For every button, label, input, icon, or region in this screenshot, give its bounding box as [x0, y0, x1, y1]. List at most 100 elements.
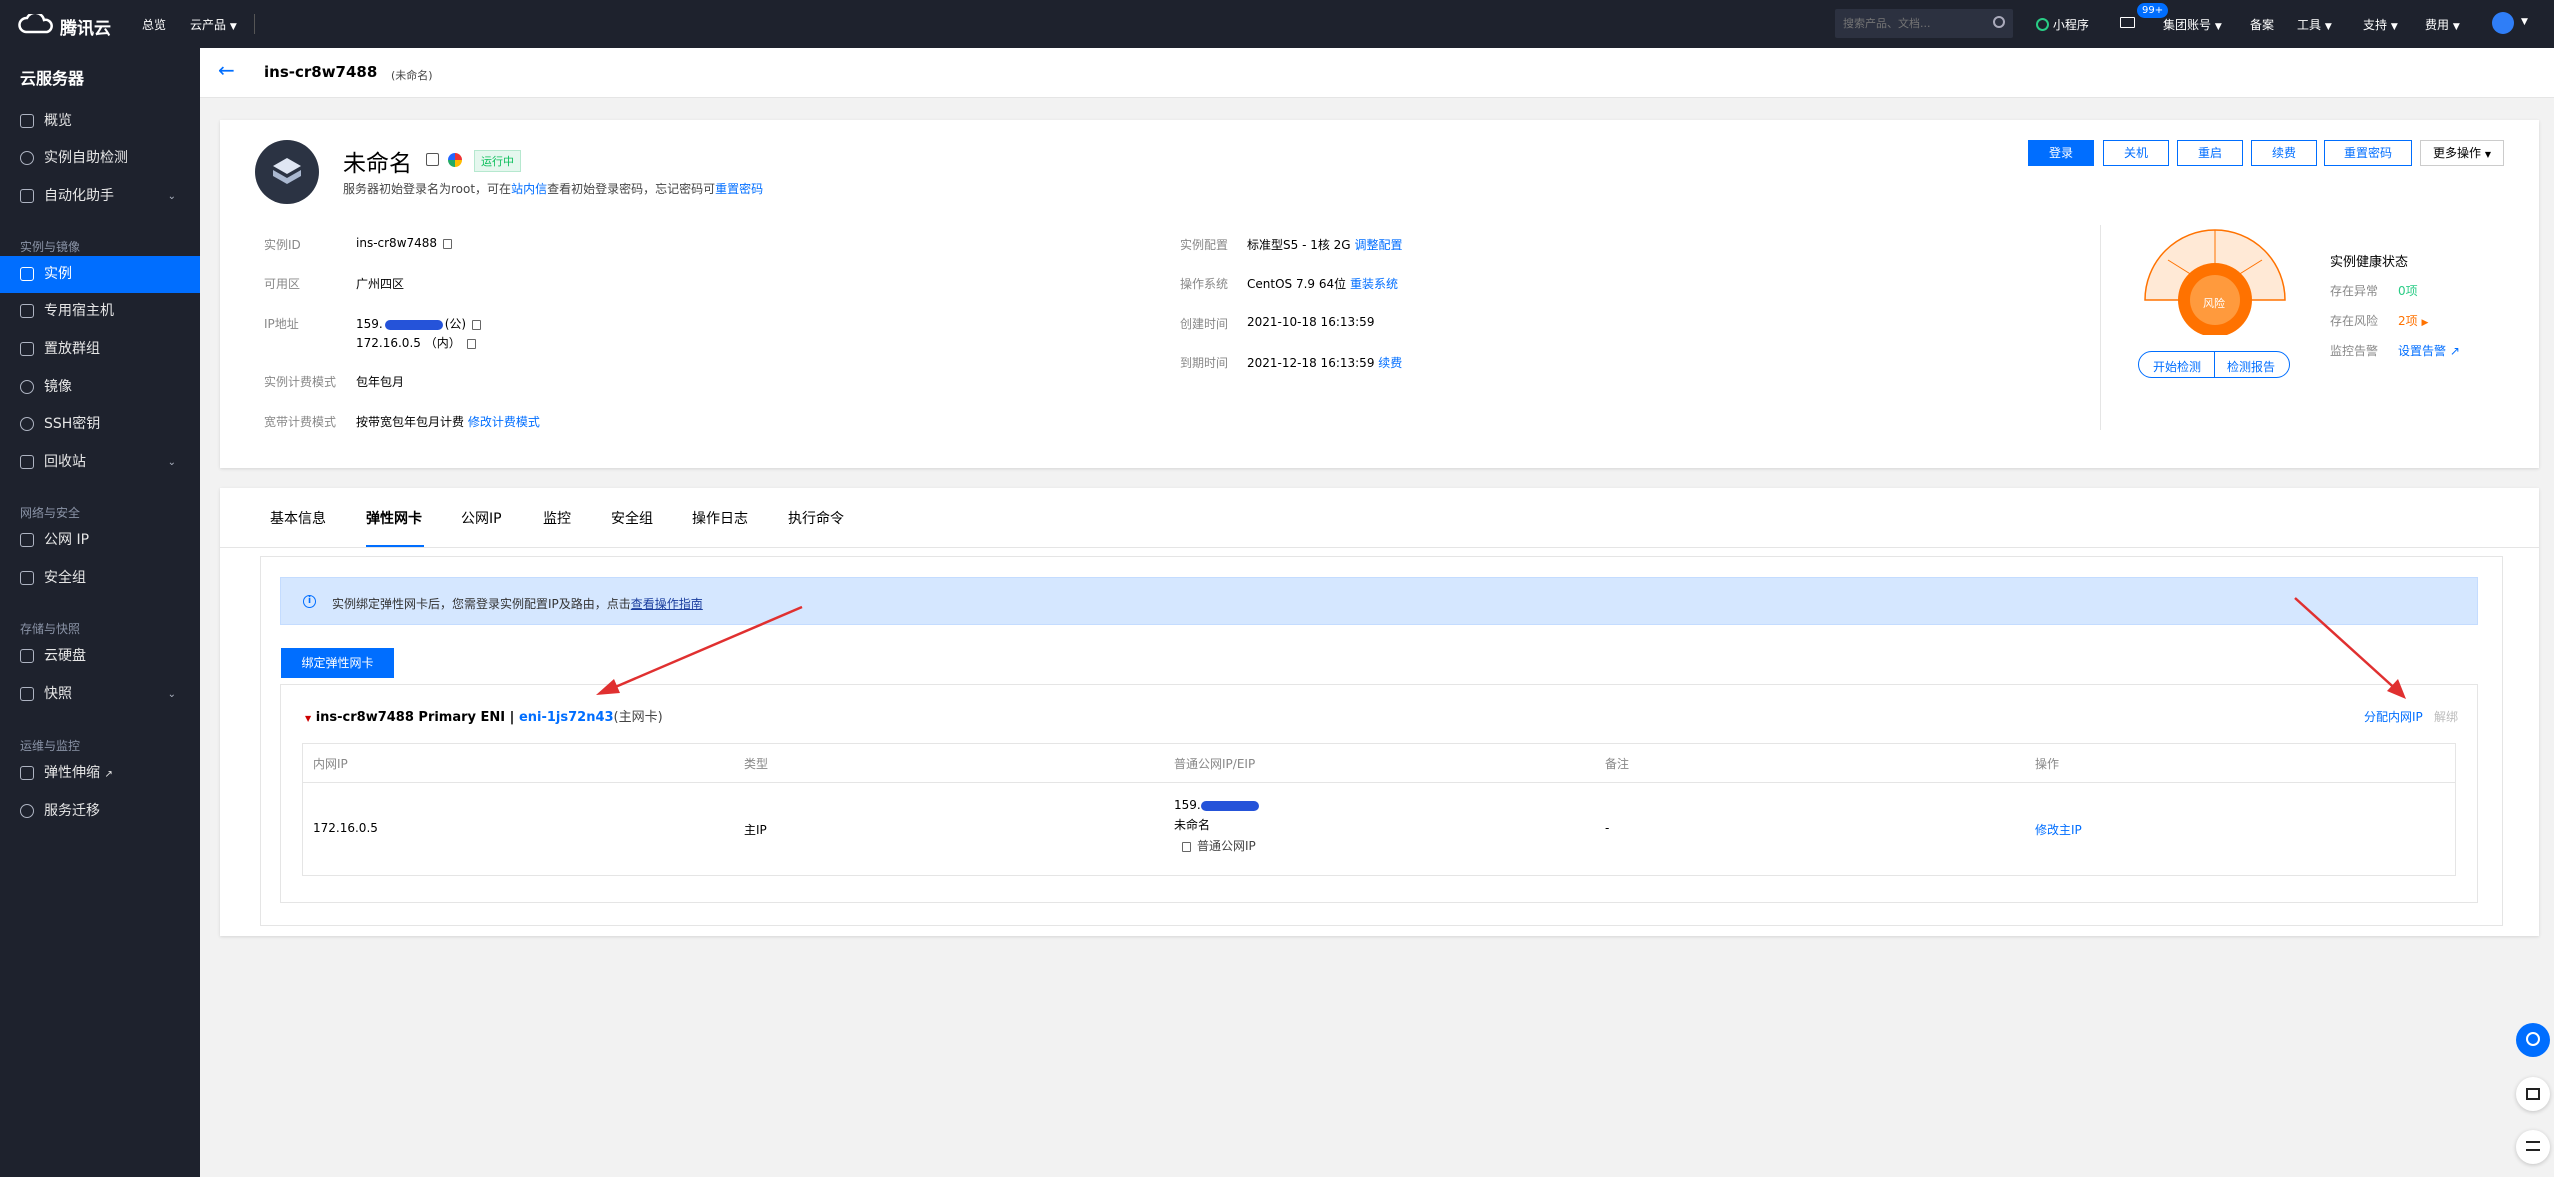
health-label: 存在异常 — [2330, 284, 2379, 298]
fees-menu[interactable]: 费用 ▼ — [2425, 16, 2460, 33]
support-menu[interactable]: 支持 ▼ — [2363, 16, 2398, 33]
search-icon[interactable] — [1993, 16, 2005, 28]
check-report-button[interactable]: 检测报告 — [2227, 358, 2275, 375]
instance-avatar-icon — [255, 140, 319, 204]
ip-type-icon — [1182, 841, 1191, 852]
chevron-down-icon: ⌄ — [167, 689, 176, 700]
account-menu[interactable]: 集团账号 ▼ — [2163, 16, 2222, 33]
top-navbar: 腾讯云 总览 云产品 ▼ 小程序 99+ 集团账号 ▼ 备案 工具 ▼ 支持 ▼… — [0, 0, 2554, 48]
search-box[interactable] — [1835, 9, 2013, 38]
sidebar-item-label: 弹性伸缩 — [44, 765, 100, 781]
list-button[interactable] — [2516, 1130, 2550, 1164]
panel-divider — [2100, 225, 2101, 430]
health-risk-value[interactable]: 2项 ▶ — [2398, 312, 2428, 329]
sidebar-item-instance[interactable]: 实例 — [0, 256, 200, 293]
sidebar-item-ssh-key[interactable]: SSH密钥 — [0, 406, 200, 443]
tab-run-command[interactable]: 执行命令 — [788, 508, 844, 528]
avatar[interactable] — [2492, 12, 2514, 34]
adjust-config-link[interactable]: 调整配置 — [1354, 238, 1402, 252]
field-label: IP地址 — [264, 317, 299, 331]
nav-group-instance: 实例与镜像 — [20, 240, 81, 254]
copy-icon[interactable] — [472, 319, 482, 330]
tab-public-ip[interactable]: 公网IP — [461, 508, 502, 528]
eni-header: ▼ ins-cr8w7488 Primary ENI | eni-1js72n4… — [305, 706, 663, 725]
reset-password-button[interactable]: 重置密码 — [2324, 140, 2412, 166]
tab-eni[interactable]: 弹性网卡 — [366, 508, 422, 528]
ip-suffix: (公) — [444, 317, 467, 331]
field-label: 操作系统 — [1180, 277, 1229, 291]
public-ip-type-label: 普通公网IP — [1197, 839, 1256, 853]
sidebar-item-label: 公网 IP — [44, 532, 90, 548]
sidebar-item-security-group[interactable]: 安全组 — [0, 560, 200, 597]
renew-link[interactable]: 续费 — [1378, 356, 1402, 370]
sidebar-item-auto-scaling[interactable]: 弹性伸缩 ↗ — [0, 755, 200, 792]
online-support-button[interactable] — [2516, 1023, 2550, 1057]
zone-value: 广州四区 — [356, 277, 405, 291]
os-color-icon — [448, 153, 462, 167]
modify-primary-ip-link[interactable]: 修改主IP — [2035, 821, 2082, 838]
reinstall-link[interactable]: 重装系统 — [1350, 277, 1398, 291]
edit-icon[interactable] — [426, 153, 439, 166]
grid-icon — [20, 114, 34, 128]
set-alarm-link[interactable]: 设置告警 ↗ — [2398, 342, 2460, 359]
bind-eni-button[interactable]: 绑定弹性网卡 — [281, 648, 394, 678]
miniapp-link[interactable]: 小程序 — [2036, 16, 2089, 33]
field-label: 可用区 — [264, 277, 301, 291]
field-value: 172.16.0.5 （内） — [356, 336, 461, 350]
caret-down-icon[interactable]: ▼ — [305, 714, 311, 723]
search-input[interactable] — [1843, 15, 1983, 32]
sidebar-item-automation[interactable]: 自动化助手 ⌄ — [0, 178, 200, 215]
tab-basic-info[interactable]: 基本信息 — [270, 508, 326, 528]
nav-group-storage: 存储与快照 — [20, 622, 81, 636]
sidebar: 云服务器 概览 实例自助检测 自动化助手 ⌄ 实例与镜像 实例 专用宿主机 置放群… — [0, 48, 200, 1177]
renew-button[interactable]: 续费 — [2251, 140, 2317, 166]
health-label: 存在风险 — [2330, 314, 2379, 328]
docs-button[interactable] — [2516, 1077, 2550, 1111]
eni-id-link[interactable]: eni-1js72n43 — [519, 710, 614, 725]
sidebar-item-overview[interactable]: 概览 — [0, 103, 200, 140]
tab-operation-log[interactable]: 操作日志 — [692, 508, 748, 528]
sidebar-item-recycle-bin[interactable]: 回收站 ⌄ — [0, 444, 200, 481]
nav-products[interactable]: 云产品 ▼ — [190, 16, 237, 33]
mail-icon[interactable] — [2120, 17, 2135, 28]
change-billing-link[interactable]: 修改计费模式 — [468, 415, 540, 429]
billing-mode-value: 包年包月 — [356, 375, 405, 389]
health-label: 监控告警 — [2330, 344, 2379, 358]
unbind-link[interactable]: 解绑 — [2434, 708, 2458, 725]
inbox-link[interactable]: 站内信 — [511, 182, 547, 196]
sidebar-item-migration[interactable]: 服务迁移 — [0, 793, 200, 830]
back-arrow-icon[interactable]: ← — [218, 58, 235, 82]
sidebar-item-label: 概览 — [44, 113, 72, 129]
tools-menu[interactable]: 工具 ▼ — [2297, 16, 2332, 33]
chevron-down-icon: ▼ — [229, 22, 237, 32]
more-actions-button[interactable]: 更多操作 ▼ — [2420, 140, 2504, 166]
sidebar-item-snapshot[interactable]: 快照 ⌄ — [0, 676, 200, 713]
nav-overview[interactable]: 总览 — [142, 16, 166, 33]
more-actions-label: 更多操作 — [2433, 146, 2482, 160]
sidebar-item-cloud-disk[interactable]: 云硬盘 — [0, 638, 200, 675]
health-buttons: 开始检测 检测报告 — [2138, 351, 2290, 378]
restart-button[interactable]: 重启 — [2177, 140, 2243, 166]
cloud-logo-icon[interactable] — [18, 11, 54, 34]
sidebar-item-dedicated-host[interactable]: 专用宿主机 — [0, 293, 200, 330]
tab-monitor[interactable]: 监控 — [543, 508, 571, 528]
assign-private-ip-link[interactable]: 分配内网IP — [2364, 708, 2423, 725]
login-button[interactable]: 登录 — [2028, 140, 2094, 166]
field-label: 创建时间 — [1180, 317, 1229, 331]
filing-link[interactable]: 备案 — [2250, 16, 2274, 33]
copy-icon[interactable] — [466, 338, 476, 349]
health-ok-value[interactable]: 0项 — [2398, 282, 2418, 299]
reset-password-link[interactable]: 重置密码 — [715, 182, 763, 196]
start-check-button[interactable]: 开始检测 — [2153, 358, 2201, 375]
sidebar-item-image[interactable]: 镜像 — [0, 369, 200, 406]
copy-icon[interactable] — [443, 238, 453, 249]
chevron-down-icon[interactable]: ▼ — [2521, 17, 2528, 27]
sidebar-item-self-check[interactable]: 实例自助检测 — [0, 140, 200, 177]
host-icon — [20, 304, 34, 318]
chevron-down-icon: ⌄ — [167, 191, 176, 202]
shutdown-button[interactable]: 关机 — [2103, 140, 2169, 166]
brand-name[interactable]: 腾讯云 — [60, 14, 111, 39]
sidebar-item-placement-group[interactable]: 置放群组 — [0, 331, 200, 368]
tab-security-group[interactable]: 安全组 — [611, 508, 653, 528]
sidebar-item-public-ip[interactable]: 公网 IP — [0, 522, 200, 559]
